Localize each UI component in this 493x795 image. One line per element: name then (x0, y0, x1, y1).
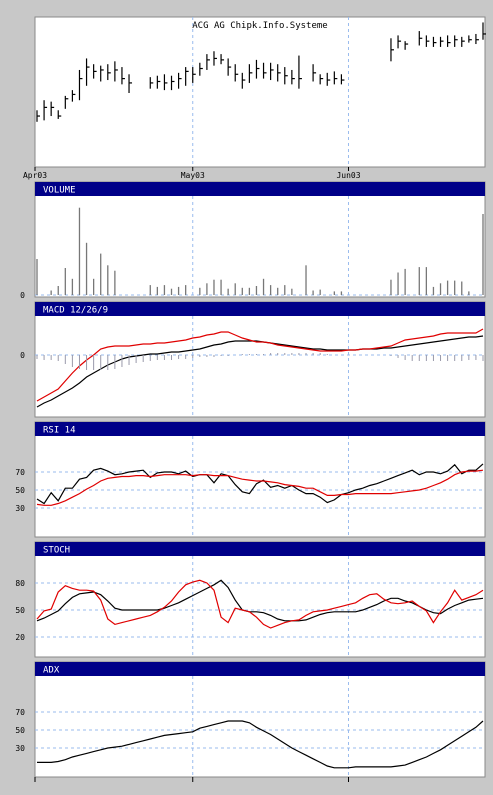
panel-volume-title: VOLUME (43, 186, 76, 196)
panel-price-background (34, 16, 486, 168)
panel-adx-tick-label: 70 (15, 708, 25, 717)
x-axis-label: Apr03 (23, 171, 47, 180)
panel-rsi-header (35, 422, 485, 436)
panel-macd-title: MACD 12/26/9 (43, 306, 108, 316)
x-axis-label: Jun03 (336, 171, 360, 180)
stock-chart: ACG AG Chipk.Info.Systeme VOLUME 0 MACD 12/… (15, 16, 486, 782)
panel-macd-background (34, 301, 486, 418)
panel-rsi-tick-label: 30 (15, 504, 25, 513)
panel-macd-tick-label: 0 (20, 351, 25, 360)
panel-adx-tick-label: 50 (15, 726, 25, 735)
panel-stoch-tick-label: 50 (15, 606, 25, 615)
panel-stoch-title: STOCH (43, 546, 70, 556)
panel-adx-title: ADX (43, 666, 60, 676)
panel-volume-header (35, 182, 485, 196)
panel-rsi-title: RSI 14 (43, 426, 76, 436)
panel-adx-tick-label: 30 (15, 744, 25, 753)
panel-rsi-background (34, 421, 486, 538)
x-axis-label: May03 (181, 171, 205, 180)
panel-adx-header (35, 662, 485, 676)
chart-title: ACG AG Chipk.Info.Systeme (192, 21, 327, 31)
panel-rsi-tick-label: 70 (15, 468, 25, 477)
panel-stoch-background (34, 541, 486, 658)
panel-volume-tick-label: 0 (20, 291, 25, 300)
chart-panels: ACG AG Chipk.Info.Systeme VOLUME 0 MACD 12/… (15, 16, 486, 778)
panel-rsi-tick-label: 50 (15, 486, 25, 495)
panel-stoch-header (35, 542, 485, 556)
panel-stoch-tick-label: 80 (15, 579, 25, 588)
panel-stoch-tick-label: 20 (15, 633, 25, 642)
panel-volume-background (34, 181, 486, 298)
